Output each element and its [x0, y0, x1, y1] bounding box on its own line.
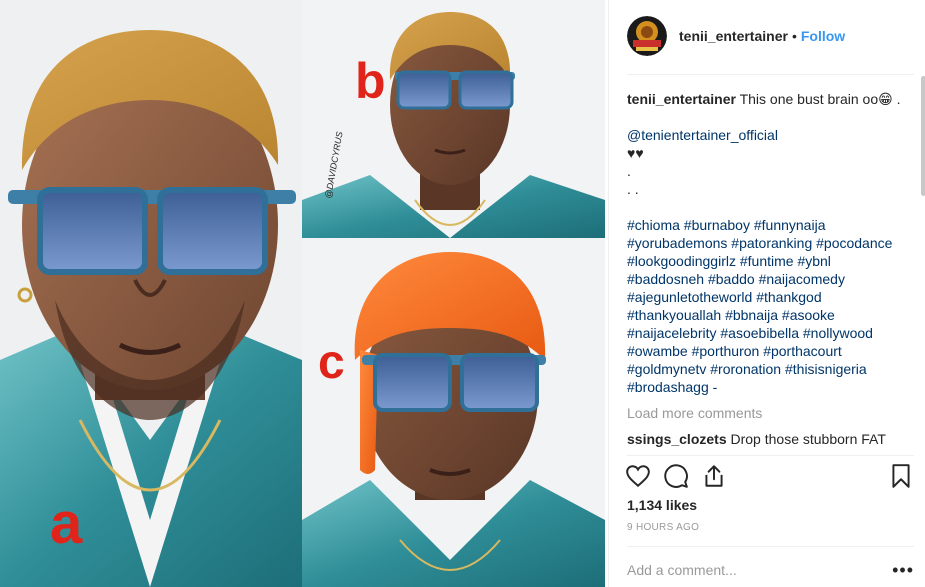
post-sidebar: tenii_entertainer • Follow tenii_enterta… — [608, 0, 925, 587]
comment-icon[interactable] — [663, 463, 689, 489]
bookmark-icon[interactable] — [888, 463, 914, 489]
caption-mention-link[interactable]: @tenientertainer_official — [627, 127, 778, 143]
post-caption: tenii_entertainer This one bust brain oo… — [627, 90, 909, 396]
actions-divider — [627, 455, 914, 456]
caption-text: This one bust brain oo😁 . — [739, 91, 901, 107]
action-bar — [625, 460, 914, 492]
add-comment-input[interactable]: Add a comment... — [627, 562, 892, 578]
heart-icon[interactable] — [625, 463, 651, 489]
follow-button[interactable]: Follow — [801, 28, 845, 44]
share-icon[interactable] — [701, 463, 727, 489]
comment-item: ssings_clozets Drop those stubborn FAT w… — [627, 430, 909, 452]
label-a: a — [50, 491, 83, 556]
caption-dot-line-1: . — [627, 163, 631, 179]
add-comment-row: Add a comment... ••• — [627, 553, 914, 587]
likes-count[interactable]: 1,134 likes — [627, 497, 697, 513]
avatar[interactable] — [627, 16, 667, 56]
label-c: c — [318, 336, 345, 389]
collage-illustration — [0, 0, 605, 587]
header-divider — [627, 74, 914, 75]
header-username[interactable]: tenii_entertainer — [679, 28, 788, 44]
comments-list[interactable]: tenii_entertainer This one bust brain oo… — [627, 90, 909, 452]
caption-dot-line-2: . . — [627, 181, 639, 197]
post-timestamp: 9 HOURS AGO — [627, 522, 700, 533]
caption-hashtags[interactable]: #chioma #burnaboy #funnynaija #yorubadem… — [627, 216, 909, 396]
comments-scrollbar[interactable] — [921, 76, 925, 196]
comment-username[interactable]: ssings_clozets — [627, 431, 727, 447]
load-more-comments-button[interactable]: Load more comments — [627, 404, 909, 422]
label-b: b — [355, 53, 386, 109]
post-header: tenii_entertainer • Follow — [627, 15, 914, 57]
comment-divider — [627, 546, 914, 547]
header-separator: • — [791, 28, 797, 44]
caption-username[interactable]: tenii_entertainer — [627, 91, 736, 107]
avatar-image — [627, 16, 667, 56]
post-image[interactable]: a b c @DAVIDCYRUS — [0, 0, 605, 587]
caption-hearts: ♥♥ — [627, 145, 644, 161]
more-options-icon[interactable]: ••• — [892, 560, 914, 581]
